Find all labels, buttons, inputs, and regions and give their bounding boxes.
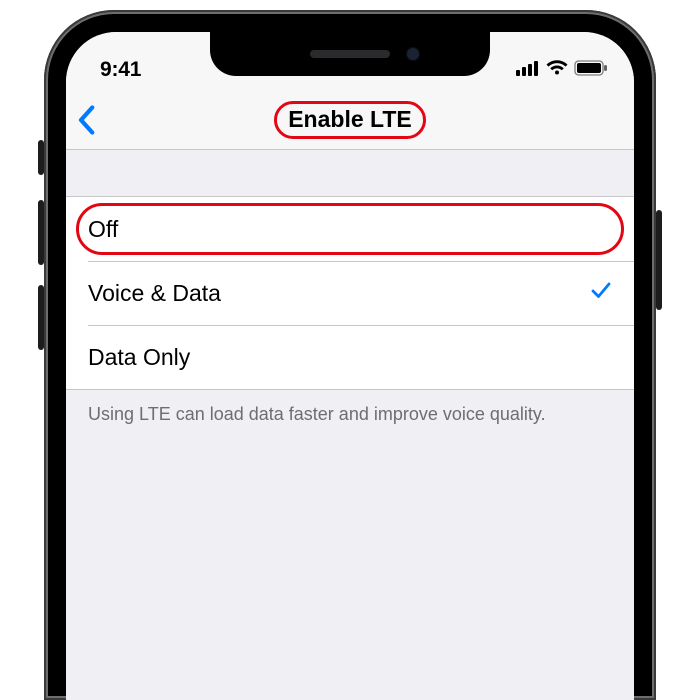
volume-down-button [38,285,44,350]
power-button [656,210,662,310]
screen: 9:41 [66,32,634,700]
checkmark-icon [590,279,612,307]
option-label: Data Only [88,344,190,371]
chevron-left-icon [76,105,96,135]
volume-up-button [38,200,44,265]
battery-icon [574,58,608,82]
device-frame: 9:41 [44,10,656,700]
section-footer: Using LTE can load data faster and impro… [66,390,634,439]
nav-header: Enable LTE [66,90,634,150]
option-data-only[interactable]: Data Only [66,325,634,389]
option-off-highlight [76,203,624,255]
wifi-icon [546,58,568,82]
section-spacer [66,150,634,196]
nav-title-wrap: Enable LTE [274,101,426,139]
status-time: 9:41 [100,58,141,82]
option-off[interactable]: Off [66,197,634,261]
earpiece-speaker [310,50,390,58]
front-camera [406,47,420,61]
option-voice-and-data[interactable]: Voice & Data [66,261,634,325]
cellular-signal-icon [516,58,540,82]
option-label: Voice & Data [88,280,221,307]
page-title: Enable LTE [274,101,426,139]
lte-options-list: Off Voice & Data Data Only [66,196,634,390]
notch [210,32,490,76]
back-button[interactable] [76,105,96,135]
background-fill [66,439,634,700]
mute-switch [38,140,44,175]
option-label: Off [88,216,118,243]
